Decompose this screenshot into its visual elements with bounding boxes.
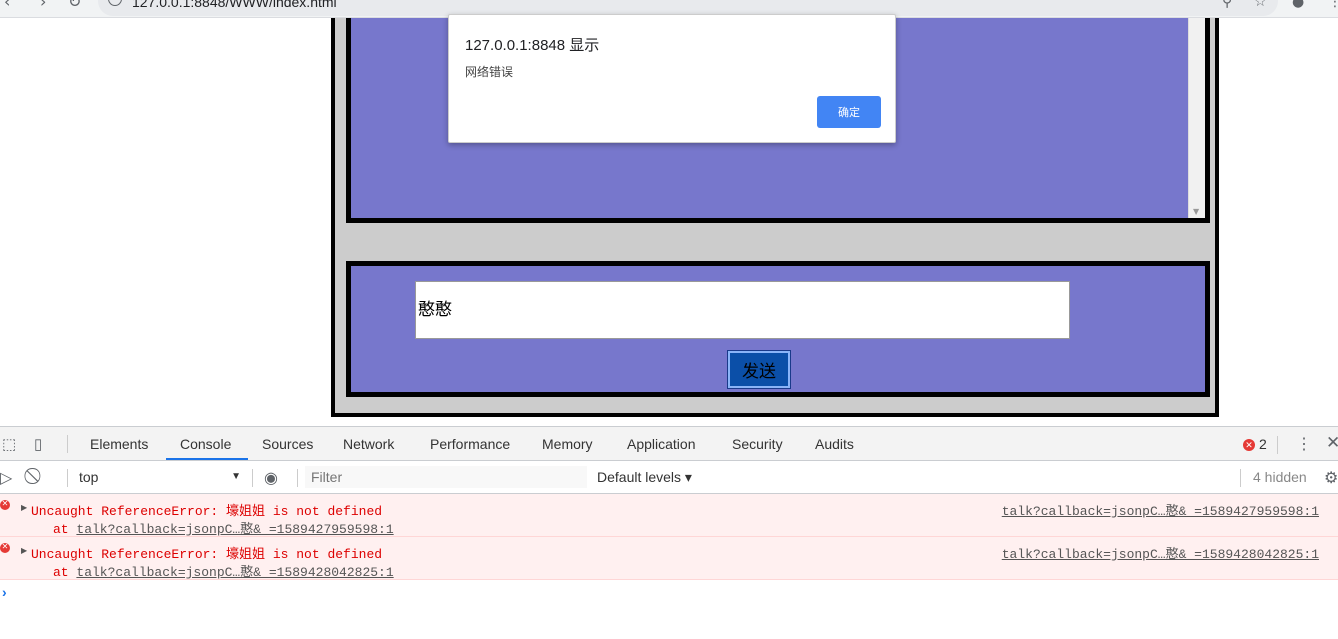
toolbar-separator [1240,469,1241,487]
dialog-ok-button[interactable]: 确定 [817,96,881,128]
filter-input[interactable] [305,466,587,488]
close-icon[interactable]: ✕ [1326,433,1338,453]
profile-icon[interactable]: ● [1292,0,1304,10]
expand-triangle-icon[interactable]: ▶ [21,546,27,556]
stack-trace: at talk?callback=jsonpC…憨&_=158942804282… [53,561,394,580]
forward-icon[interactable]: › [40,0,46,11]
stack-prefix: at [53,565,77,580]
bookmark-star-icon[interactable]: ☆ [1254,0,1267,10]
toolbar-separator [67,469,68,487]
stack-link[interactable]: talk?callback=jsonpC…憨&_=1589428042825:1 [76,565,393,580]
context-selector[interactable]: top ▼ [79,469,241,485]
active-tab-indicator [166,458,248,460]
console-toolbar: ▷ ⃠ top ▼ ◉ Default levels ▾ 4 hidden ⚙ [0,461,1338,494]
tab-console[interactable]: Console [180,436,231,452]
error-message: Uncaught ReferenceError: 壕姐姐 is not defi… [31,504,383,519]
eye-icon[interactable]: ◉ [264,468,278,488]
console-error-row: ✕ ▶ Uncaught ReferenceError: 壕姐姐 is not … [0,494,1338,537]
stack-prefix: at [53,522,77,537]
inspect-element-icon[interactable]: ⬚ [2,435,16,453]
message-input[interactable]: 憨憨 [415,281,1070,339]
sidebar-toggle-icon[interactable]: ▷ [0,468,12,488]
console-log: ✕ ▶ Uncaught ReferenceError: 壕姐姐 is not … [0,494,1338,600]
dialog-title: 127.0.0.1:8848 显示 [465,37,600,54]
message-scrollbar[interactable]: ▼ [1188,18,1205,218]
dialog-message: 网络错误 [465,65,514,79]
input-panel: 憨憨 发送 [346,261,1210,397]
send-button[interactable]: 发送 [727,350,791,389]
stack-trace: at talk?callback=jsonpC…憨&_=158942795959… [53,518,394,537]
site-info-icon[interactable] [108,0,122,6]
devtools-panel: ⬚ ▯ Elements Console Sources Network Per… [0,426,1338,639]
toolbar-separator [252,469,253,487]
toolbar-separator [297,469,298,487]
tab-security[interactable]: Security [732,436,783,452]
source-link[interactable]: talk?callback=jsonpC…憨&_=1589428042825:1 [1002,543,1319,562]
error-icon: ✕ [1243,439,1255,451]
devtools-tabbar: ⬚ ▯ Elements Console Sources Network Per… [0,427,1338,461]
log-levels-label: Default levels [597,469,682,485]
hidden-count: 4 hidden [1253,469,1307,485]
source-link[interactable]: talk?callback=jsonpC…憨&_=1589427959598:1 [1002,500,1319,519]
error-count: 2 [1259,436,1267,452]
zoom-icon[interactable]: ⚲ [1222,0,1232,10]
settings-gear-icon[interactable]: ⚙ [1324,468,1338,488]
toolbar-separator [1277,436,1278,454]
console-error-row: ✕ ▶ Uncaught ReferenceError: 壕姐姐 is not … [0,537,1338,580]
scroll-down-icon[interactable]: ▼ [1193,207,1199,216]
back-icon[interactable]: ‹ [4,0,10,11]
reload-icon[interactable]: ↻ [68,0,81,11]
error-icon: ✕ [0,543,10,553]
log-levels-dropdown[interactable]: Default levels ▾ [597,469,692,486]
error-icon: ✕ [0,500,10,510]
stack-link[interactable]: talk?callback=jsonpC…憨&_=1589427959598:1 [76,522,393,537]
tab-separator [67,435,68,453]
tab-performance[interactable]: Performance [430,436,510,452]
menu-icon[interactable]: ⋮ [1328,0,1338,10]
device-toolbar-icon[interactable]: ▯ [34,435,42,453]
tab-network[interactable]: Network [343,436,394,452]
alert-dialog: 127.0.0.1:8848 显示 网络错误 确定 [448,14,896,143]
expand-triangle-icon[interactable]: ▶ [21,503,27,513]
address-url: 127.0.0.1:8848/WWW/index.html [132,0,337,10]
tab-application[interactable]: Application [627,436,696,452]
tab-elements[interactable]: Elements [90,436,148,452]
tab-sources[interactable]: Sources [262,436,313,452]
context-value: top [79,469,99,485]
tab-audits[interactable]: Audits [815,436,854,452]
dropdown-caret-icon: ▼ [231,471,241,482]
tab-memory[interactable]: Memory [542,436,593,452]
devtools-menu-icon[interactable]: ⋮ [1296,434,1312,454]
console-prompt[interactable]: › [2,584,7,600]
error-message: Uncaught ReferenceError: 壕姐姐 is not defi… [31,547,383,562]
error-counter[interactable]: ✕ 2 [1243,436,1267,452]
